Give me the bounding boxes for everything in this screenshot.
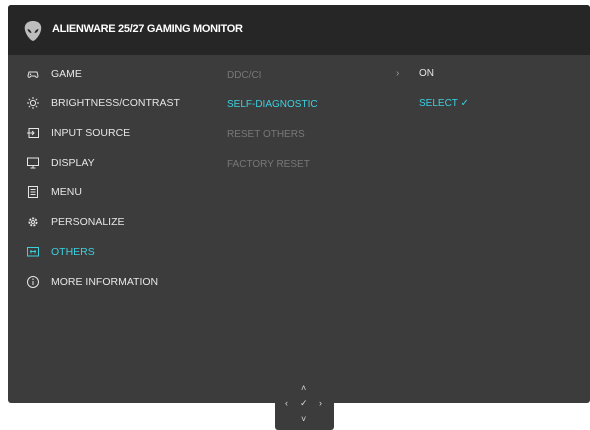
submenu-item-label: SELF-DIAGNOSTIC xyxy=(227,98,318,110)
menu-item-label: GAME xyxy=(51,68,82,80)
input-source-icon xyxy=(26,126,40,140)
submenu-item-label: DDC/CI xyxy=(227,69,262,81)
ddc-ci-value[interactable]: ON xyxy=(419,63,434,83)
monitor-icon xyxy=(26,156,40,170)
menu-item-label: DISPLAY xyxy=(51,157,95,169)
submenu-item-reset-others[interactable]: RESET OTHERS xyxy=(227,124,305,144)
submenu-item-ddc-ci[interactable]: DDC/CI xyxy=(227,65,261,85)
menu-item-personalize[interactable]: PERSONALIZE xyxy=(26,212,125,232)
menu-item-label: MENU xyxy=(51,186,82,198)
info-icon xyxy=(26,275,40,289)
menu-item-label: INPUT SOURCE xyxy=(51,127,131,139)
submenu-item-label: RESET OTHERS xyxy=(227,128,305,140)
menu-item-label: OTHERS xyxy=(51,246,95,258)
sun-icon xyxy=(26,96,40,110)
joystick-up-icon[interactable]: ˄ xyxy=(301,384,306,393)
gamepad-icon xyxy=(26,67,40,81)
joystick-left-icon[interactable]: ‹ xyxy=(285,399,288,408)
menu-item-label: PERSONALIZE xyxy=(51,216,125,228)
joystick-right-icon[interactable]: › xyxy=(319,399,322,408)
joystick-guide: ˄ ‹ ✓ › ˅ xyxy=(275,374,334,430)
chevron-right-icon: › xyxy=(396,68,400,79)
menu-item-menu[interactable]: MENU xyxy=(26,182,82,202)
osd-window: ALIENWARE 25/27 GAMING MONITOR GAME BRIG… xyxy=(8,5,590,403)
menu-item-input-source[interactable]: INPUT SOURCE xyxy=(26,123,130,143)
menu-item-others[interactable]: OTHERS xyxy=(26,242,95,262)
submenu-item-label: FACTORY RESET xyxy=(227,158,310,170)
menu-item-brightness-contrast[interactable]: BRIGHTNESS/CONTRAST xyxy=(26,93,180,113)
menu-item-display[interactable]: DISPLAY xyxy=(26,153,95,173)
self-diagnostic-select[interactable]: SELECT ✓ xyxy=(419,93,469,113)
joystick-down-icon[interactable]: ˅ xyxy=(301,415,306,424)
alien-head-icon xyxy=(23,20,43,42)
gear-icon xyxy=(26,215,40,229)
others-icon xyxy=(26,245,40,259)
menu-item-more-information[interactable]: MORE INFORMATION xyxy=(26,272,158,292)
submenu-item-self-diagnostic[interactable]: SELF-DIAGNOSTIC xyxy=(227,94,318,114)
menu-item-label: BRIGHTNESS/CONTRAST xyxy=(51,97,180,109)
title-bar: ALIENWARE 25/27 GAMING MONITOR xyxy=(8,5,590,55)
monitor-title: ALIENWARE 25/27 GAMING MONITOR xyxy=(52,23,243,35)
menu-icon xyxy=(26,185,40,199)
submenu-item-factory-reset[interactable]: FACTORY RESET xyxy=(227,154,310,174)
menu-item-label: MORE INFORMATION xyxy=(51,276,159,288)
menu-item-game[interactable]: GAME xyxy=(26,64,82,84)
joystick-select-icon[interactable]: ✓ xyxy=(300,399,308,408)
